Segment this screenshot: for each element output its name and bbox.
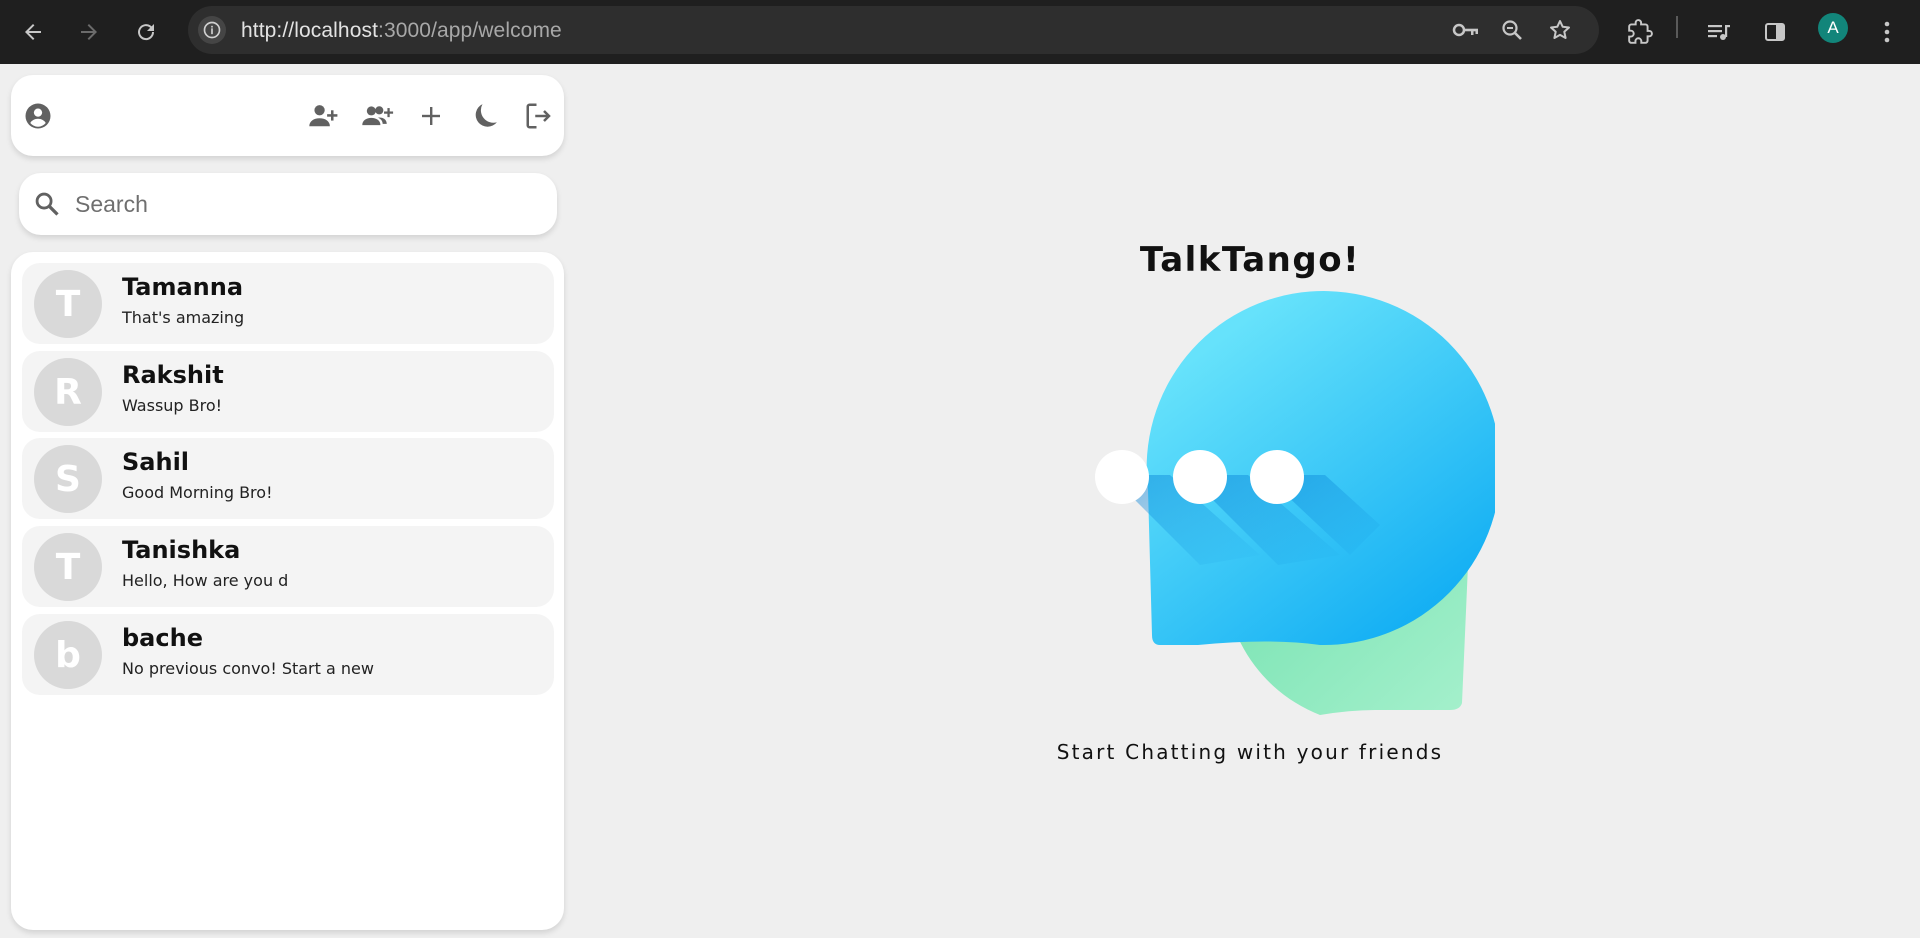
avatar: R (34, 358, 102, 426)
add-user-button[interactable] (302, 95, 344, 137)
side-panel-button[interactable] (1755, 12, 1795, 52)
site-info-button[interactable] (198, 16, 226, 44)
account-circle-icon (25, 103, 51, 129)
conversation-name: Tanishka (122, 536, 241, 564)
dark-mode-icon (475, 104, 497, 127)
browser-toolbar: http://localhost:3000/app/welcome A (0, 0, 1920, 64)
zoom-button[interactable] (1497, 15, 1527, 45)
reload-icon (138, 24, 155, 41)
logout-button[interactable] (518, 95, 560, 137)
add-user-icon (309, 105, 338, 127)
conversation-name: Rakshit (122, 361, 224, 389)
avatar: b (34, 621, 102, 689)
extensions-button[interactable] (1620, 12, 1660, 52)
profile-avatar[interactable]: A (1818, 13, 1848, 43)
side-panel-icon (1765, 23, 1785, 41)
sidebar-header (11, 75, 564, 156)
conversation-name: Tamanna (122, 273, 244, 301)
url-host: http://localhost (241, 19, 379, 42)
welcome-subtitle: Start Chatting with your friends (1056, 740, 1444, 764)
plus-icon (422, 107, 440, 125)
search-input[interactable] (75, 181, 545, 227)
extensions-icon (1628, 19, 1653, 44)
avatar: S (34, 445, 102, 513)
logout-icon (526, 103, 551, 129)
typing-dot (1173, 450, 1227, 504)
bookmark-star-icon (1550, 20, 1570, 39)
back-button[interactable] (13, 12, 53, 52)
conversation-name: Sahil (122, 448, 190, 476)
forward-button[interactable] (69, 12, 109, 52)
add-group-button[interactable] (356, 95, 398, 137)
conversation-item[interactable]: R Rakshit Wassup Bro! (22, 351, 554, 432)
bookmark-button[interactable] (1545, 15, 1575, 45)
conversation-last-message: No previous convo! Start a new (122, 659, 374, 678)
url-path: :3000/app/welcome (378, 19, 562, 42)
typing-dot (1095, 450, 1149, 504)
reload-button[interactable] (126, 12, 166, 52)
browser-menu-button[interactable] (1867, 12, 1907, 52)
typing-dot (1250, 450, 1304, 504)
theme-toggle-button[interactable] (464, 95, 506, 137)
chat-bubbles-illustration (1095, 291, 1495, 715)
welcome-title: TalkTango! (1139, 240, 1361, 280)
conversation-last-message: That's amazing (122, 308, 245, 327)
url-text[interactable]: http://localhost:3000/app/welcome (241, 19, 562, 43)
conversation-item[interactable]: T Tamanna That's amazing (22, 263, 554, 344)
forward-icon (81, 24, 97, 40)
new-chat-button[interactable] (410, 95, 452, 137)
profile-button[interactable] (17, 95, 59, 137)
conversation-list: T Tamanna That's amazing R Rakshit Wassu… (11, 252, 564, 930)
media-queue-icon (1708, 25, 1730, 40)
conversation-item[interactable]: b bache No previous convo! Start a new (22, 614, 554, 695)
add-group-icon (362, 106, 394, 126)
avatar: T (34, 533, 102, 601)
conversation-item[interactable]: T Tanishka Hello, How are you d (22, 526, 554, 607)
conversation-last-message: Wassup Bro! (122, 396, 223, 415)
menu-kebab-icon (1884, 21, 1890, 43)
address-bar[interactable]: http://localhost:3000/app/welcome (188, 6, 1599, 54)
media-queue-button[interactable] (1699, 12, 1739, 52)
search-icon (30, 187, 64, 221)
avatar: T (34, 270, 102, 338)
site-info-icon (203, 21, 221, 39)
toolbar-divider (1676, 16, 1678, 38)
password-key-button[interactable] (1451, 15, 1481, 45)
conversation-item[interactable]: S Sahil Good Morning Bro! (22, 438, 554, 519)
conversation-last-message: Hello, How are you d (122, 571, 289, 590)
conversation-name: bache (122, 624, 203, 652)
password-key-icon (1452, 23, 1478, 37)
back-icon (25, 24, 41, 40)
conversation-last-message: Good Morning Bro! (122, 483, 273, 502)
search-bar (19, 173, 557, 235)
zoom-icon (1502, 20, 1522, 40)
